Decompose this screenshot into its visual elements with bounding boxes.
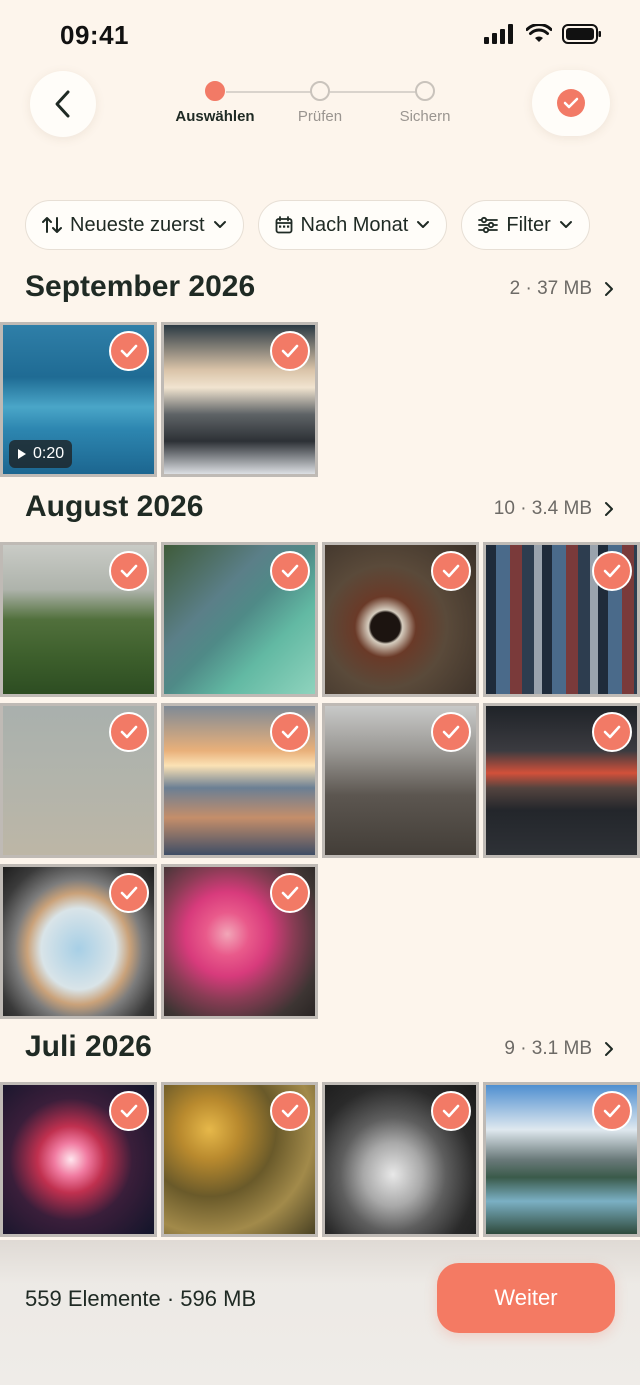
check-badge[interactable]	[109, 712, 149, 752]
check-badge[interactable]	[431, 712, 471, 752]
check-badge[interactable]	[109, 331, 149, 371]
photo-tile[interactable]	[0, 542, 157, 697]
section-meta-text: 2 · 37 MB	[509, 278, 592, 299]
photo-tile[interactable]	[161, 542, 318, 697]
sliders-icon	[478, 216, 499, 234]
step-dot	[415, 81, 435, 101]
photo-tile[interactable]	[483, 703, 640, 858]
step-auswaehlen[interactable]: Auswählen	[160, 80, 270, 125]
sort-chip-label: Neueste zuerst	[70, 213, 205, 236]
photo-tile[interactable]	[161, 1082, 318, 1237]
calendar-icon	[275, 216, 292, 234]
group-chip-label: Nach Monat	[300, 213, 409, 236]
filter-chip-label: Filter	[506, 213, 551, 236]
chevron-right-icon	[605, 502, 613, 516]
photo-tile[interactable]	[161, 864, 318, 1019]
section-title: September 2026	[25, 270, 256, 303]
progress-stepper: Auswählen Prüfen Sichern	[150, 80, 490, 130]
section-meta[interactable]: 10 · 3.4 MB	[494, 498, 614, 520]
photo-tile[interactable]: 0:20	[0, 322, 157, 477]
chevron-left-icon	[55, 90, 70, 118]
check-badge[interactable]	[592, 1091, 632, 1131]
group-chip[interactable]: Nach Monat	[257, 200, 448, 250]
bottom-action-bar: 559 Elemente · 596 MB Weiter	[0, 1240, 640, 1385]
status-icons	[484, 24, 602, 44]
check-badge[interactable]	[270, 1091, 310, 1131]
video-duration: 0:20	[9, 440, 73, 468]
wifi-icon	[526, 24, 552, 42]
battery-icon	[562, 24, 601, 44]
photo-tile[interactable]	[0, 1082, 157, 1237]
photo-tile[interactable]	[161, 322, 318, 477]
step-label: Auswählen	[175, 108, 255, 125]
photo-tile[interactable]	[0, 703, 157, 858]
back-button[interactable]	[30, 71, 96, 137]
section-meta[interactable]: 9 · 3.1 MB	[504, 1038, 614, 1060]
signal-icon	[484, 24, 513, 44]
next-button[interactable]: Weiter	[437, 1263, 615, 1333]
checkmark-icon	[557, 89, 585, 117]
check-badge[interactable]	[431, 551, 471, 591]
filter-chip[interactable]: Filter	[461, 200, 590, 250]
photo-tile[interactable]	[322, 703, 479, 858]
step-label: Prüfen	[297, 108, 343, 125]
sort-chip[interactable]: Neueste zuerst	[25, 200, 244, 250]
filter-chips: Neueste zuerst Nach Monat Filter	[25, 200, 590, 250]
step-dot	[310, 81, 330, 101]
check-badge[interactable]	[270, 712, 310, 752]
selection-summary: 559 Elemente · 596 MB	[25, 1286, 257, 1311]
step-dot	[205, 81, 225, 101]
status-time: 09:41	[60, 20, 129, 50]
check-badge[interactable]	[270, 551, 310, 591]
photo-tile[interactable]	[483, 542, 640, 697]
photo-tile[interactable]	[0, 864, 157, 1019]
section-title: August 2026	[25, 490, 204, 523]
check-badge[interactable]	[109, 551, 149, 591]
photo-tile[interactable]	[161, 703, 318, 858]
chevron-right-icon	[605, 1042, 613, 1056]
step-label: Sichern	[399, 108, 451, 125]
chevron-right-icon	[605, 282, 613, 296]
select-all-button[interactable]	[532, 70, 610, 136]
section-meta-text: 10 · 3.4 MB	[493, 498, 592, 519]
check-badge[interactable]	[592, 551, 632, 591]
photo-tile[interactable]	[322, 542, 479, 697]
photo-tile[interactable]	[483, 1082, 640, 1237]
check-badge[interactable]	[109, 1091, 149, 1131]
sort-arrows-icon	[42, 217, 62, 233]
check-badge[interactable]	[270, 331, 310, 371]
status-bar: 09:41	[0, 0, 640, 70]
chevron-down-icon	[213, 221, 226, 228]
chevron-down-icon	[559, 221, 572, 228]
check-badge[interactable]	[109, 873, 149, 913]
check-badge[interactable]	[270, 873, 310, 913]
chevron-down-icon	[417, 221, 430, 228]
step-pruefen[interactable]: Prüfen	[265, 80, 375, 125]
check-badge[interactable]	[431, 1091, 471, 1131]
play-icon	[18, 449, 26, 459]
section-meta-text: 9 · 3.1 MB	[504, 1038, 592, 1059]
duration-text: 0:20	[33, 445, 65, 462]
step-sichern[interactable]: Sichern	[370, 80, 480, 125]
check-badge[interactable]	[592, 712, 632, 752]
photo-tile[interactable]	[322, 1082, 479, 1237]
section-title: Juli 2026	[25, 1030, 152, 1063]
section-meta[interactable]: 2 · 37 MB	[510, 278, 614, 300]
